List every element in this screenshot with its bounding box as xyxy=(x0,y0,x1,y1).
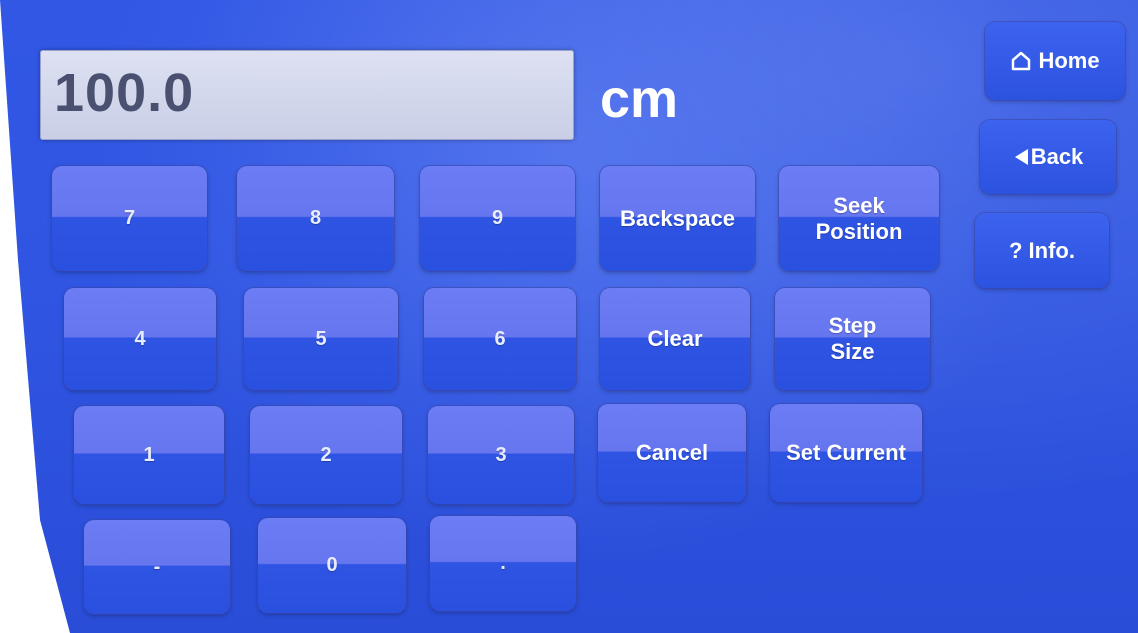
value-display-field[interactable]: 100.0 xyxy=(40,50,574,140)
cancel-button[interactable]: Cancel xyxy=(598,404,746,502)
clear-button[interactable]: Clear xyxy=(600,288,750,390)
key-3[interactable]: 3 xyxy=(428,406,574,504)
key-4-label: 4 xyxy=(134,327,146,350)
key-decimal-point[interactable]: . xyxy=(430,516,576,611)
step-size-button[interactable]: Step Size xyxy=(775,288,930,390)
touch-screen: 100.0 cm 7 8 9 4 5 6 1 2 3 - 0 . Backspa… xyxy=(0,0,1138,633)
cancel-label: Cancel xyxy=(635,440,709,465)
key-9[interactable]: 9 xyxy=(420,166,575,271)
home-button[interactable]: Home xyxy=(985,22,1125,100)
key-5[interactable]: 5 xyxy=(244,288,398,390)
key-0[interactable]: 0 xyxy=(258,518,406,613)
key-2[interactable]: 2 xyxy=(250,406,402,504)
key-7[interactable]: 7 xyxy=(52,166,207,271)
key-1[interactable]: 1 xyxy=(74,406,224,504)
set-current-label: Set Current xyxy=(786,440,906,465)
seek-position-button[interactable]: Seek Position xyxy=(779,166,939,271)
info-button[interactable]: ? Info. xyxy=(975,213,1109,288)
clear-label: Clear xyxy=(647,326,703,351)
backspace-label: Backspace xyxy=(620,205,735,231)
left-triangle-icon xyxy=(1013,148,1029,166)
key-2-label: 2 xyxy=(320,443,332,466)
house-outline-icon xyxy=(1010,50,1032,72)
step-size-label: Step Size xyxy=(828,313,877,364)
seek-position-label: Seek Position xyxy=(815,192,903,244)
info-label: ? Info. xyxy=(1009,237,1075,263)
key-minus[interactable]: - xyxy=(84,520,230,614)
key-6-label: 6 xyxy=(494,327,506,350)
key-3-label: 3 xyxy=(495,443,507,466)
unit-label: cm xyxy=(600,69,679,129)
key-8-label: 8 xyxy=(309,207,322,229)
key-0-label: 0 xyxy=(326,554,338,576)
key-decimal-point-label: . xyxy=(500,552,506,574)
set-current-button[interactable]: Set Current xyxy=(770,404,922,502)
key-6[interactable]: 6 xyxy=(424,288,576,390)
back-label: Back xyxy=(1030,144,1084,169)
key-8[interactable]: 8 xyxy=(237,166,394,271)
key-7-label: 7 xyxy=(123,207,136,229)
entered-value: 100.0 xyxy=(54,63,195,123)
backspace-button[interactable]: Backspace xyxy=(600,166,755,271)
home-label: Home xyxy=(1038,48,1100,73)
back-button[interactable]: Back xyxy=(980,120,1116,194)
key-minus-label: - xyxy=(153,555,161,578)
key-5-label: 5 xyxy=(315,327,327,350)
key-4[interactable]: 4 xyxy=(64,288,216,390)
key-1-label: 1 xyxy=(143,443,155,466)
key-9-label: 9 xyxy=(491,207,504,229)
